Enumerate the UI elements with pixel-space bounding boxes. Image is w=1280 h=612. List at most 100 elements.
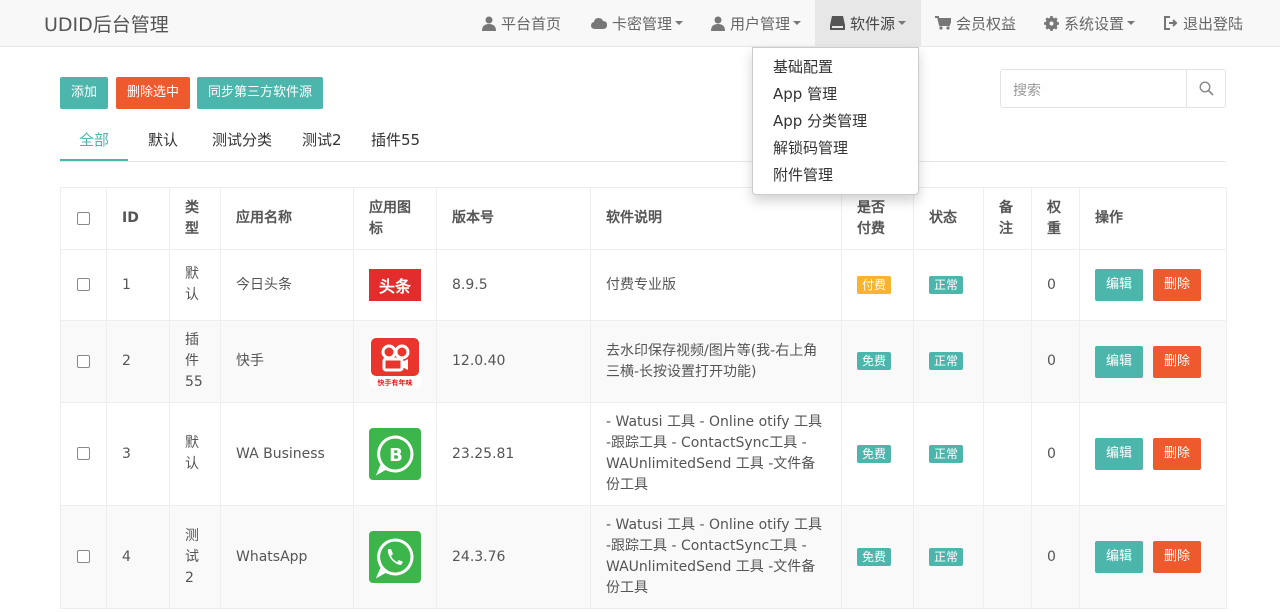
menu-item-app-manage[interactable]: App 管理 <box>753 81 918 108</box>
header-name: 应用名称 <box>220 187 354 250</box>
tab-plugin55[interactable]: 插件55 <box>371 120 420 161</box>
navbar: UDID后台管理 平台首页 卡密管理 用户管理 软件源 会员权益 系统设置 退出… <box>0 0 1280 47</box>
nav-software-source[interactable]: 软件源 <box>815 0 922 46</box>
delete-button[interactable]: 删除 <box>1153 438 1202 470</box>
toutiao-icon: 头条 <box>369 269 421 301</box>
row-name: 今日头条 <box>220 249 354 321</box>
chevron-down-icon <box>675 21 684 25</box>
table-row: 4 测试2 WhatsApp 24.3.76 - Watusi 工具 - Onl… <box>60 505 1227 609</box>
edit-button[interactable]: 编辑 <box>1095 269 1144 301</box>
row-type: 默认 <box>169 402 221 506</box>
row-weight: 0 <box>1031 402 1080 506</box>
nav-users[interactable]: 用户管理 <box>711 0 802 46</box>
header-status: 状态 <box>913 187 984 250</box>
user-icon <box>711 16 725 31</box>
row-weight: 0 <box>1031 505 1080 609</box>
search-input[interactable]: 搜索 <box>1013 80 1041 100</box>
nav-home-label: 平台首页 <box>501 14 562 33</box>
row-select-cell <box>60 505 107 609</box>
row-icon-cell: 快手有年味 <box>353 320 437 403</box>
row-actions-cell: 编辑 删除 <box>1079 320 1227 403</box>
nav-logout-label: 退出登陆 <box>1183 14 1244 33</box>
delete-button[interactable]: 删除 <box>1153 345 1202 378</box>
header-icon: 应用图标 <box>353 187 437 250</box>
nav-settings[interactable]: 系统设置 <box>1044 0 1136 46</box>
row-type: 默认 <box>169 249 221 321</box>
row-weight: 0 <box>1031 320 1080 403</box>
row-icon-cell: B <box>353 402 437 506</box>
delete-selected-button[interactable]: 删除选中 <box>116 77 191 109</box>
row-description: 付费专业版 <box>590 249 842 321</box>
row-note <box>983 402 1032 506</box>
chevron-down-icon <box>793 21 802 25</box>
row-checkbox[interactable] <box>77 354 90 368</box>
select-all-checkbox[interactable] <box>77 211 90 225</box>
edit-button[interactable]: 编辑 <box>1095 345 1144 378</box>
status-badge: 正常 <box>929 444 964 463</box>
wa-business-icon: B <box>369 428 421 480</box>
nav-cards[interactable]: 卡密管理 <box>591 0 684 46</box>
row-note <box>983 249 1032 321</box>
user-icon <box>482 16 496 31</box>
kuaishou-icon-text: 快手有年味 <box>378 378 413 387</box>
row-status-cell: 正常 <box>913 320 984 403</box>
tab-default[interactable]: 默认 <box>148 120 178 161</box>
nav-software-source-label: 软件源 <box>850 14 896 33</box>
free-badge: 免费 <box>857 444 892 463</box>
row-status-cell: 正常 <box>913 505 984 609</box>
menu-item-app-category[interactable]: App 分类管理 <box>753 108 918 135</box>
row-paid-cell: 免费 <box>841 320 914 403</box>
gear-icon <box>1044 15 1059 31</box>
chevron-down-icon <box>898 21 907 25</box>
row-icon-cell <box>353 505 437 609</box>
row-checkbox[interactable] <box>77 278 90 291</box>
row-checkbox[interactable] <box>77 550 90 563</box>
row-description: 去水印保存视频/图片等(我-右上角三横-长按设置打开功能) <box>590 320 842 403</box>
row-checkbox[interactable] <box>77 447 90 460</box>
search-button[interactable] <box>1186 70 1225 107</box>
table-row: 3 默认 WA Business B 23.25.81 - Watusi 工具 … <box>60 402 1227 506</box>
logout-icon <box>1164 16 1178 30</box>
edit-button[interactable]: 编辑 <box>1095 438 1144 470</box>
menu-item-attachment[interactable]: 附件管理 <box>753 162 918 189</box>
sync-source-button[interactable]: 同步第三方软件源 <box>197 77 324 109</box>
svg-text:B: B <box>389 445 403 466</box>
tab-test-category[interactable]: 测试分类 <box>212 120 272 161</box>
nav-home[interactable]: 平台首页 <box>482 0 561 46</box>
nav-cards-label: 卡密管理 <box>612 14 673 33</box>
header-weight: 权重 <box>1031 187 1080 250</box>
header-paid: 是否付费 <box>841 187 914 250</box>
row-paid-cell: 免费 <box>841 505 914 609</box>
nav-logout[interactable]: 退出登陆 <box>1163 0 1243 46</box>
header-version: 版本号 <box>436 187 591 250</box>
menu-item-unlock-code[interactable]: 解锁码管理 <box>753 135 918 162</box>
delete-button[interactable]: 删除 <box>1153 269 1202 301</box>
whatsapp-icon <box>369 531 421 583</box>
add-button[interactable]: 添加 <box>60 77 109 109</box>
row-note <box>983 320 1032 403</box>
header-description: 软件说明 <box>590 187 842 250</box>
row-weight: 0 <box>1031 249 1080 321</box>
nav-membership-label: 会员权益 <box>956 14 1017 33</box>
app-title[interactable]: UDID后台管理 <box>44 10 169 37</box>
edit-button[interactable]: 编辑 <box>1095 541 1144 573</box>
tab-all[interactable]: 全部 <box>60 120 128 161</box>
row-version: 24.3.76 <box>436 505 591 609</box>
row-name: WA Business <box>220 402 354 506</box>
nav-membership[interactable]: 会员权益 <box>935 0 1016 46</box>
row-type: 插件55 <box>169 320 221 403</box>
delete-button[interactable]: 删除 <box>1153 541 1202 573</box>
status-badge: 正常 <box>929 352 964 370</box>
cart-icon <box>935 16 951 30</box>
row-paid-cell: 付费 <box>841 249 914 321</box>
free-badge: 免费 <box>857 352 892 370</box>
table-row: 1 默认 今日头条 头条 8.9.5 付费专业版 付费 正常 0 编辑 删除 <box>60 249 1227 321</box>
row-select-cell <box>60 320 107 403</box>
tab-test2[interactable]: 测试2 <box>302 120 342 161</box>
row-name: 快手 <box>220 320 354 403</box>
row-status-cell: 正常 <box>913 249 984 321</box>
menu-item-basic-config[interactable]: 基础配置 <box>753 54 918 81</box>
row-type: 测试2 <box>169 505 221 609</box>
search-box: 搜索 <box>1000 69 1226 108</box>
app-table: ID 类型 应用名称 应用图标 版本号 软件说明 是否付费 状态 备注 权重 操… <box>60 187 1227 609</box>
